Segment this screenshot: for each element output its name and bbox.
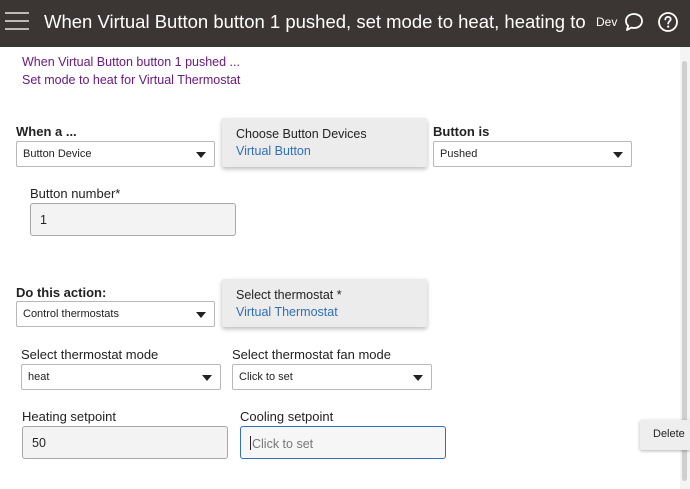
summary-line-1: When Virtual Button button 1 pushed ...: [22, 55, 240, 69]
trigger-type-value: Button Device: [23, 148, 92, 160]
cooling-setpoint-placeholder: Click to set: [252, 437, 314, 451]
heating-setpoint-label: Heating setpoint: [22, 409, 116, 424]
button-number-value: 1: [40, 213, 47, 227]
action-type-value: Control thermostats: [23, 308, 119, 320]
select-thermostat-label: Select thermostat *: [236, 288, 342, 302]
button-is-label: Button is: [433, 124, 490, 139]
fan-mode-select[interactable]: Click to set: [232, 364, 432, 390]
choose-button-devices-value: Virtual Button: [236, 144, 311, 158]
delete-button[interactable]: Delete: [640, 420, 690, 450]
help-circle-icon[interactable]: [657, 11, 679, 33]
button-is-value: Pushed: [440, 148, 478, 160]
cooling-setpoint-label: Cooling setpoint: [240, 409, 334, 424]
chevron-down-icon: [613, 152, 623, 158]
app-header: When Virtual Button button 1 pushed, set…: [0, 0, 690, 47]
button-number-input[interactable]: 1: [30, 203, 236, 236]
button-is-select[interactable]: Pushed: [433, 141, 632, 167]
select-thermostat-value: Virtual Thermostat: [236, 305, 338, 319]
heating-setpoint-input[interactable]: 50: [22, 426, 228, 459]
summary-line-2: Set mode to heat for Virtual Thermostat: [22, 73, 241, 87]
chat-bubble-icon[interactable]: [623, 11, 645, 33]
chevron-down-icon: [413, 375, 423, 381]
dev-label[interactable]: Dev: [596, 15, 617, 29]
page-title: When Virtual Button button 1 pushed, set…: [44, 11, 589, 32]
trigger-section-label: When a ...: [16, 124, 77, 139]
hamburger-menu-icon[interactable]: [5, 12, 29, 32]
chevron-down-icon: [202, 375, 212, 381]
trigger-type-select[interactable]: Button Device: [16, 141, 215, 167]
thermostat-mode-value: heat: [28, 371, 50, 383]
action-section-label: Do this action:: [16, 285, 107, 300]
cooling-setpoint-input[interactable]: Click to set: [240, 426, 446, 459]
fan-mode-label: Select thermostat fan mode: [232, 347, 391, 362]
action-type-select[interactable]: Control thermostats: [16, 301, 215, 327]
select-thermostat-button[interactable]: Select thermostat * Virtual Thermostat: [222, 279, 427, 327]
text-cursor: [250, 436, 251, 450]
choose-button-devices-button[interactable]: Choose Button Devices Virtual Button: [222, 118, 427, 167]
chevron-down-icon: [196, 312, 206, 318]
thermostat-mode-select[interactable]: heat: [21, 364, 221, 390]
heating-setpoint-value: 50: [32, 436, 46, 450]
fan-mode-value: Click to set: [239, 371, 293, 383]
thermostat-mode-label: Select thermostat mode: [21, 347, 159, 362]
button-number-label: Button number*: [30, 186, 121, 201]
scrollbar-thumb[interactable]: [682, 61, 687, 481]
choose-button-devices-label: Choose Button Devices: [236, 127, 367, 141]
chevron-down-icon: [196, 152, 206, 158]
